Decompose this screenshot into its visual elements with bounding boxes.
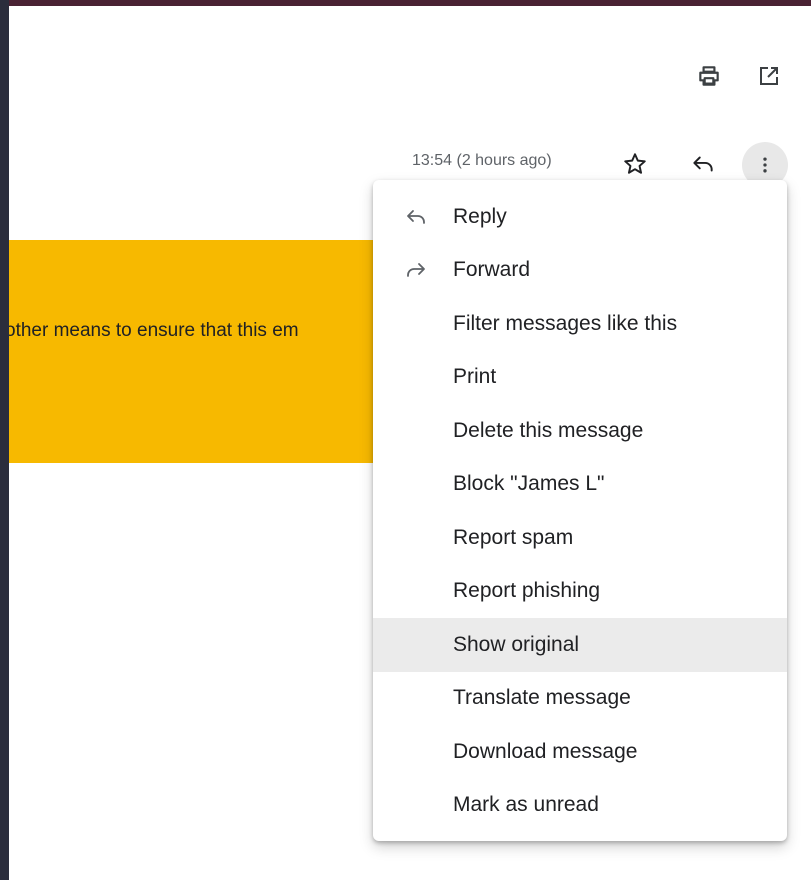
menu-item-report-spam[interactable]: Report spam [373,511,787,565]
menu-item-label: Show original [453,632,580,656]
menu-item-label: Translate message [453,686,631,710]
menu-item-label: Mark as unread [453,793,599,817]
menu-item-download-message[interactable]: Download message [373,725,787,779]
reply-icon [690,151,716,177]
forward-icon [403,257,429,283]
menu-item-block-james-l[interactable]: Block "James L" [373,458,787,512]
menu-item-label: Print [453,365,497,389]
menu-item-label: Delete this message [453,418,644,442]
menu-item-label: Report spam [453,525,574,549]
menu-item-label: Filter messages like this [453,311,678,335]
menu-item-print[interactable]: Print [373,351,787,405]
menu-item-mark-as-unread[interactable]: Mark as unread [373,779,787,833]
menu-item-reply[interactable]: Reply [373,190,787,244]
warning-banner-text: other means to ensure that this em [9,320,299,341]
menu-item-filter-messages-like-this[interactable]: Filter messages like this [373,297,787,351]
menu-item-label: Download message [453,739,638,763]
menu-item-translate-message[interactable]: Translate message [373,672,787,726]
menu-item-label: Reply [453,204,507,228]
reply-button[interactable] [683,144,723,184]
menu-item-forward[interactable]: Forward [373,244,787,298]
star-icon [622,151,648,177]
menu-item-report-phishing[interactable]: Report phishing [373,565,787,619]
more-vertical-icon [755,155,775,175]
menu-item-delete-this-message[interactable]: Delete this message [373,404,787,458]
message-options-menu: Reply Forward Filter messages like this … [373,180,787,841]
star-button[interactable] [615,144,655,184]
warning-banner: other means to ensure that this em [9,240,389,463]
print-all-button[interactable] [689,56,729,96]
open-in-new-window-button[interactable] [749,56,789,96]
menu-item-label: Report phishing [453,579,601,603]
email-view: 13:54 (2 hours ago) other means to ensur… [9,6,811,880]
window-left-border [0,0,9,880]
menu-item-label: Forward [453,258,531,282]
reply-icon [403,204,429,230]
message-timestamp: 13:54 (2 hours ago) [412,152,552,169]
menu-item-label: Block "James L" [453,472,605,496]
menu-item-show-original[interactable]: Show original [373,618,787,672]
open-in-new-window-icon [757,64,781,88]
printer-icon [696,63,722,89]
